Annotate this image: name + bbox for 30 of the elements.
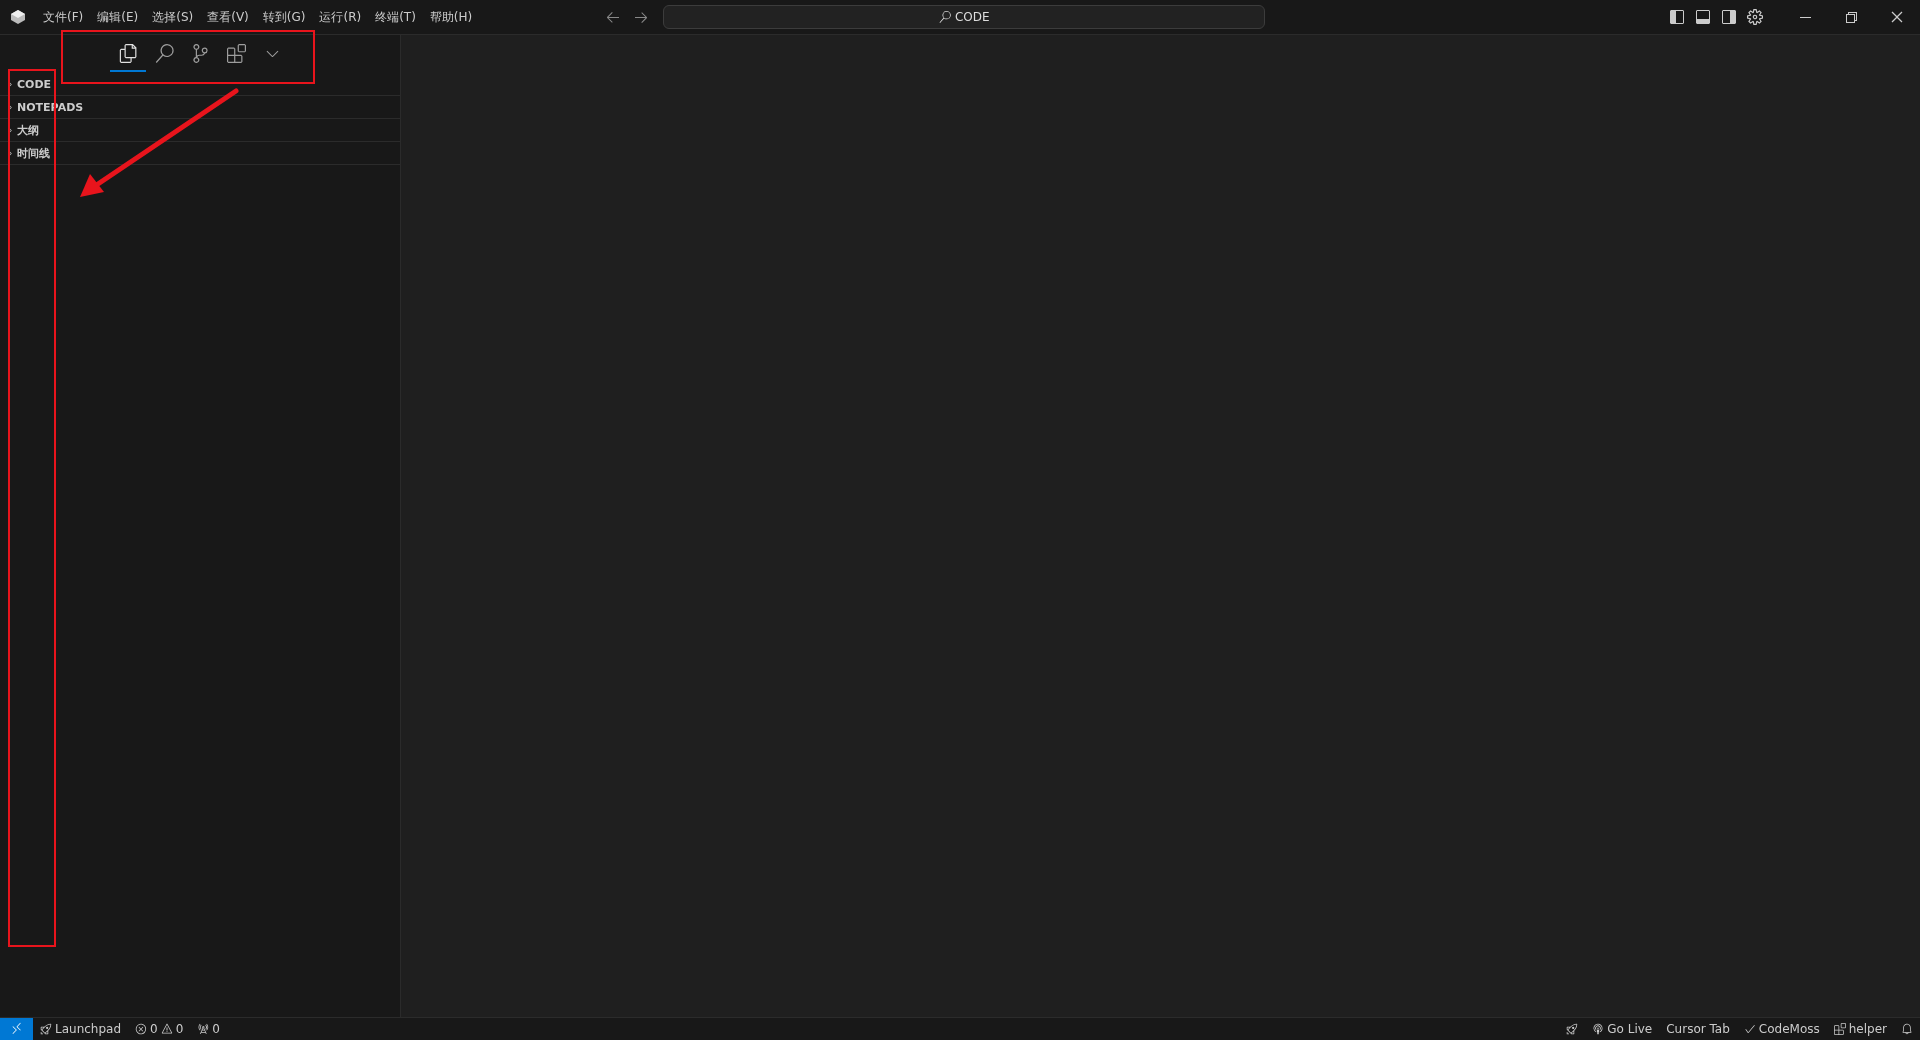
error-icon bbox=[135, 1023, 148, 1035]
menu-item[interactable]: 转到(G) bbox=[255, 8, 313, 26]
search-icon bbox=[938, 11, 951, 23]
warning-count: 0 bbox=[175, 1022, 184, 1036]
menu-item[interactable]: 帮助(H) bbox=[422, 8, 480, 26]
launchpad-item[interactable]: Launchpad bbox=[33, 1022, 129, 1036]
codemoss-item[interactable]: CodeMoss bbox=[1736, 1022, 1827, 1036]
problems-item[interactable]: 0 0 bbox=[128, 1022, 191, 1036]
menu-item[interactable]: 编辑(E) bbox=[90, 8, 146, 26]
menu-item[interactable]: 查看(V) bbox=[200, 8, 256, 26]
helper-item[interactable]: helper bbox=[1826, 1022, 1894, 1036]
menu-item[interactable]: 文件(F) bbox=[36, 8, 91, 26]
warning-icon bbox=[160, 1023, 173, 1035]
section-header[interactable]: 大纲 bbox=[0, 119, 400, 142]
section-header[interactable]: CODE bbox=[0, 73, 400, 96]
command-center[interactable]: CODE bbox=[663, 5, 1266, 29]
check-icon bbox=[1743, 1023, 1756, 1035]
error-count: 0 bbox=[150, 1022, 158, 1036]
menu-item[interactable]: 运行(R) bbox=[312, 8, 369, 26]
section-header[interactable]: 时间线 bbox=[0, 142, 400, 165]
menu-item[interactable]: 终端(T) bbox=[368, 8, 423, 26]
menu-item[interactable]: 选择(S) bbox=[145, 8, 201, 26]
app-logo-icon bbox=[10, 9, 26, 25]
go-live-item[interactable]: Go Live bbox=[1585, 1022, 1660, 1036]
broadcast-icon bbox=[1592, 1023, 1605, 1035]
blocks-icon bbox=[1833, 1023, 1846, 1035]
status-item[interactable]: Cursor Tab bbox=[1659, 1022, 1737, 1036]
antenna-icon bbox=[197, 1023, 210, 1035]
rocket-icon bbox=[40, 1023, 52, 1035]
ports-item[interactable]: 0 bbox=[190, 1022, 227, 1036]
